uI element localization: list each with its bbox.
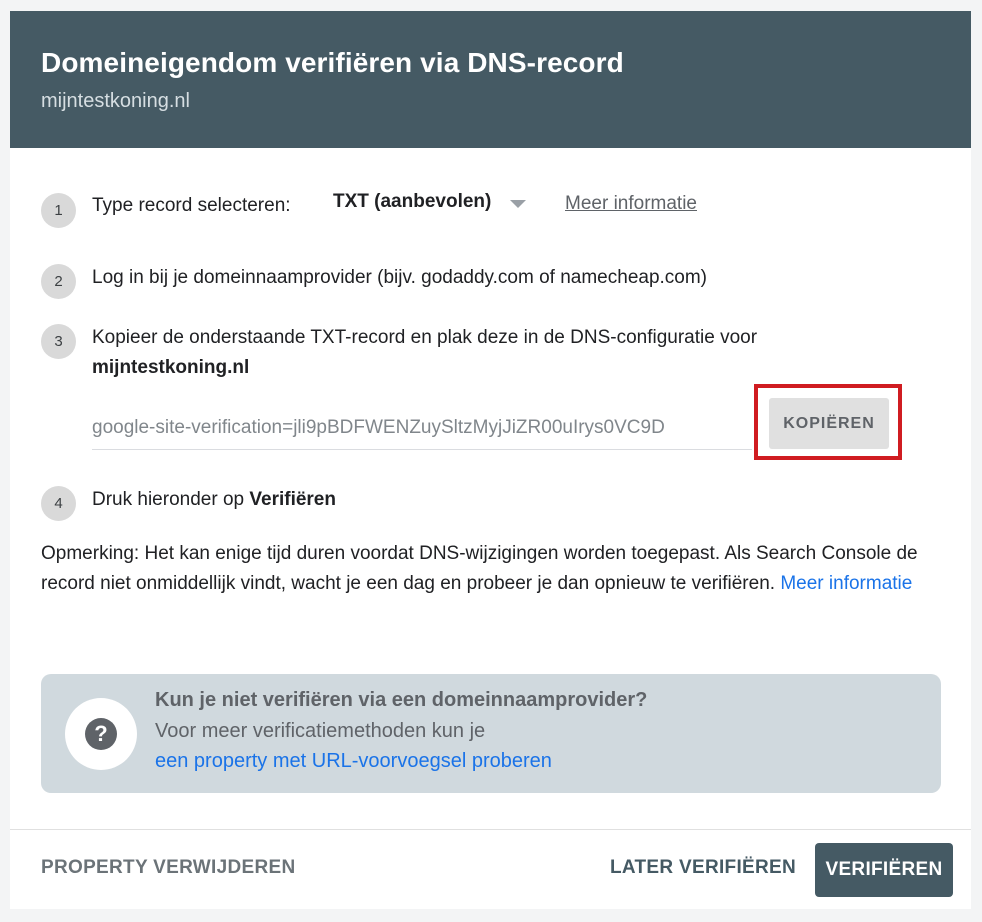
verify-later-button[interactable]: LATER VERIFIËREN [610,857,796,879]
dialog-domain: mijntestkoning.nl [41,90,190,112]
help-icon-circle: ? [65,698,137,770]
step-3-text: Kopieer de onderstaande TXT-record en pl… [92,323,922,383]
verification-dialog: Domeineigendom verifiëren via DNS-record… [10,11,971,909]
step-1-label: Type record selecteren: [92,195,291,216]
txt-record-field[interactable]: google-site-verification=jli9pBDFWENZuyS… [92,417,752,450]
dialog-header: Domeineigendom verifiëren via DNS-record… [10,11,971,148]
help-title: Kun je niet verifiëren via een domeinnaa… [155,689,648,711]
verify-button[interactable]: VERIFIËREN [815,843,953,897]
step-4-instruction: Druk hieronder op [92,489,245,510]
help-box: ? Kun je niet verifiëren via een domeinn… [41,674,941,793]
record-type-select[interactable]: TXT (aanbevolen) [333,191,491,213]
chevron-down-icon[interactable] [510,200,526,208]
help-icon: ? [85,718,117,750]
url-prefix-property-link[interactable]: een property met URL-voorvoegsel probere… [155,750,552,773]
remove-property-button[interactable]: PROPERTY VERWIJDEREN [41,857,295,879]
step-1-number: 1 [41,193,76,228]
step-2-number: 2 [41,264,76,299]
step-3-instruction: Kopieer de onderstaande TXT-record en pl… [92,327,758,348]
step-3-number: 3 [41,324,76,359]
step-3-domain: mijntestkoning.nl [92,357,250,378]
step-4-number: 4 [41,486,76,521]
help-line: Voor meer verificatiemethoden kun je [155,720,486,742]
highlight-annotation-box [754,384,902,460]
step-4-text: Druk hieronder op Verifiëren [92,485,336,515]
footer-divider [10,829,971,830]
dns-note: Opmerking: Het kan enige tijd duren voor… [41,539,921,599]
step-2-text: Log in bij je domeinnaamprovider (bijv. … [92,267,708,288]
note-more-info-link[interactable]: Meer informatie [780,573,912,594]
more-info-link-step-1[interactable]: Meer informatie [565,193,697,215]
dialog-title: Domeineigendom verifiëren via DNS-record [41,47,624,78]
step-4-bold: Verifiëren [249,489,336,510]
